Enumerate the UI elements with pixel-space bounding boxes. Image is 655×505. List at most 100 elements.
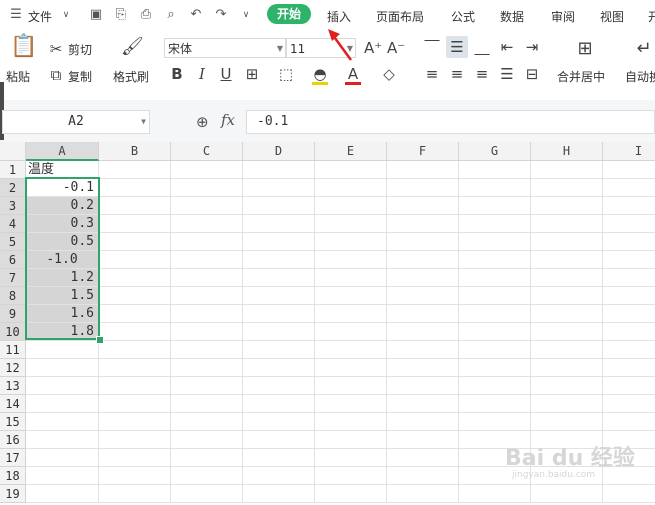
- cell-e3[interactable]: [315, 197, 387, 215]
- font-color-icon[interactable]: A: [345, 65, 361, 83]
- cell-b13[interactable]: [99, 377, 171, 395]
- cell-g19[interactable]: [459, 485, 531, 503]
- cell-d19[interactable]: [243, 485, 315, 503]
- undo-icon[interactable]: ↶: [188, 7, 204, 23]
- cell-c9[interactable]: [171, 305, 243, 323]
- cell-c10[interactable]: [171, 323, 243, 341]
- fx-icon[interactable]: fx: [221, 111, 235, 129]
- cell-d17[interactable]: [243, 449, 315, 467]
- cell-i1[interactable]: [603, 161, 655, 179]
- cell-g4[interactable]: [459, 215, 531, 233]
- row-header-3[interactable]: 3: [0, 197, 26, 215]
- cell-g3[interactable]: [459, 197, 531, 215]
- format-painter-icon[interactable]: 🖌: [121, 38, 144, 56]
- cell-c7[interactable]: [171, 269, 243, 287]
- print-preview-icon[interactable]: ⌕: [163, 7, 179, 23]
- cell-b10[interactable]: [99, 323, 171, 341]
- cell-a8[interactable]: 1.5: [26, 287, 99, 305]
- cell-i19[interactable]: [603, 485, 655, 503]
- underline-icon[interactable]: U: [219, 65, 233, 83]
- cell-i11[interactable]: [603, 341, 655, 359]
- cell-c8[interactable]: [171, 287, 243, 305]
- cell-d3[interactable]: [243, 197, 315, 215]
- cell-h14[interactable]: [531, 395, 603, 413]
- cell-d1[interactable]: [243, 161, 315, 179]
- cell-a11[interactable]: [26, 341, 99, 359]
- row-header-18[interactable]: 18: [0, 467, 26, 485]
- cell-i6[interactable]: [603, 251, 655, 269]
- cell-b7[interactable]: [99, 269, 171, 287]
- cell-i15[interactable]: [603, 413, 655, 431]
- tab-data[interactable]: 数据: [500, 8, 524, 25]
- cell-g12[interactable]: [459, 359, 531, 377]
- font-name-select[interactable]: 宋体 ▼: [164, 38, 286, 58]
- merge-center-button[interactable]: 合并居中: [557, 68, 605, 85]
- cell-e15[interactable]: [315, 413, 387, 431]
- cell-e10[interactable]: [315, 323, 387, 341]
- cell-d13[interactable]: [243, 377, 315, 395]
- align-top-icon[interactable]: ⎺: [423, 38, 441, 56]
- cell-a19[interactable]: [26, 485, 99, 503]
- cell-f5[interactable]: [387, 233, 459, 251]
- cell-f13[interactable]: [387, 377, 459, 395]
- cell-b15[interactable]: [99, 413, 171, 431]
- row-header-1[interactable]: 1: [0, 161, 26, 179]
- cell-f15[interactable]: [387, 413, 459, 431]
- cell-e1[interactable]: [315, 161, 387, 179]
- cell-e12[interactable]: [315, 359, 387, 377]
- distributed-icon[interactable]: ⊟: [523, 65, 541, 83]
- export-icon[interactable]: ⎘: [113, 7, 129, 23]
- auto-wrap-button[interactable]: 自动换: [625, 68, 655, 85]
- merge-cells-icon[interactable]: ⊞: [574, 40, 596, 58]
- cell-b5[interactable]: [99, 233, 171, 251]
- cell-g15[interactable]: [459, 413, 531, 431]
- column-header-f[interactable]: F: [387, 142, 459, 161]
- cell-h3[interactable]: [531, 197, 603, 215]
- cell-h7[interactable]: [531, 269, 603, 287]
- cell-h1[interactable]: [531, 161, 603, 179]
- cell-c15[interactable]: [171, 413, 243, 431]
- cell-c18[interactable]: [171, 467, 243, 485]
- cell-a15[interactable]: [26, 413, 99, 431]
- wrap-text-icon[interactable]: ↵: [634, 40, 654, 58]
- cell-i14[interactable]: [603, 395, 655, 413]
- cell-a16[interactable]: [26, 431, 99, 449]
- cell-b19[interactable]: [99, 485, 171, 503]
- cell-h12[interactable]: [531, 359, 603, 377]
- cell-f1[interactable]: [387, 161, 459, 179]
- cell-h19[interactable]: [531, 485, 603, 503]
- tab-start[interactable]: 开始: [267, 4, 311, 24]
- cell-b6[interactable]: [99, 251, 171, 269]
- cell-c5[interactable]: [171, 233, 243, 251]
- formula-input[interactable]: -0.1: [246, 110, 655, 134]
- cell-c1[interactable]: [171, 161, 243, 179]
- cell-c4[interactable]: [171, 215, 243, 233]
- cell-g1[interactable]: [459, 161, 531, 179]
- row-header-15[interactable]: 15: [0, 413, 26, 431]
- cell-g2[interactable]: [459, 179, 531, 197]
- cell-a5[interactable]: 0.5: [26, 233, 99, 251]
- italic-icon[interactable]: I: [195, 65, 209, 83]
- cell-f8[interactable]: [387, 287, 459, 305]
- cell-d12[interactable]: [243, 359, 315, 377]
- name-box[interactable]: A2 ▼: [2, 110, 150, 134]
- select-all-corner[interactable]: [0, 142, 26, 161]
- tab-formulas[interactable]: 公式: [451, 8, 475, 25]
- cell-h6[interactable]: [531, 251, 603, 269]
- cell-a3[interactable]: 0.2: [26, 197, 99, 215]
- cell-e11[interactable]: [315, 341, 387, 359]
- cell-b4[interactable]: [99, 215, 171, 233]
- align-center-icon[interactable]: ≡: [448, 65, 466, 83]
- cell-i7[interactable]: [603, 269, 655, 287]
- column-header-c[interactable]: C: [171, 142, 243, 161]
- column-header-b[interactable]: B: [99, 142, 171, 161]
- row-header-13[interactable]: 13: [0, 377, 26, 395]
- cell-b12[interactable]: [99, 359, 171, 377]
- scissors-icon[interactable]: ✂: [48, 40, 64, 58]
- row-header-11[interactable]: 11: [0, 341, 26, 359]
- cell-b1[interactable]: [99, 161, 171, 179]
- cell-e8[interactable]: [315, 287, 387, 305]
- justify-icon[interactable]: ☰: [498, 65, 516, 83]
- cell-d15[interactable]: [243, 413, 315, 431]
- cell-b8[interactable]: [99, 287, 171, 305]
